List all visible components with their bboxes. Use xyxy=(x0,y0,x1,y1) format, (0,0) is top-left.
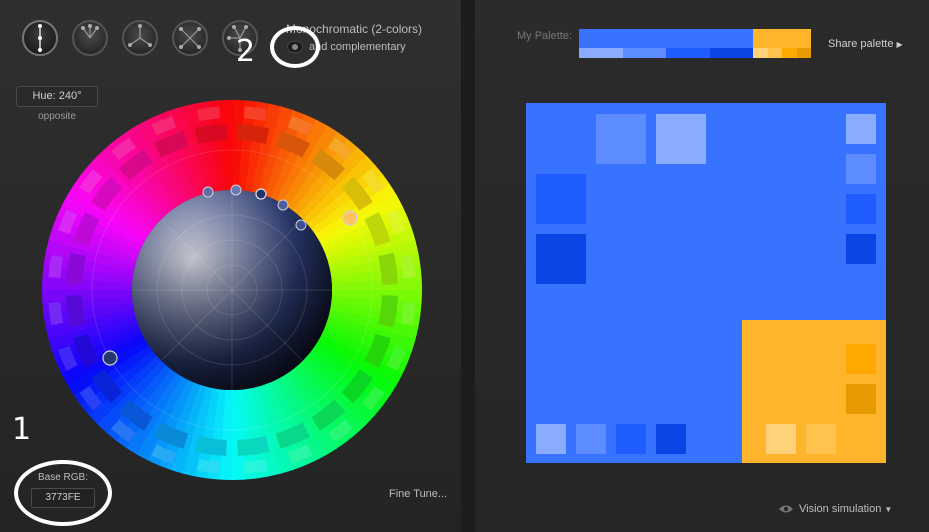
palette-primary-swatch[interactable] xyxy=(579,29,753,48)
base-color-marker[interactable] xyxy=(255,188,267,200)
chevron-down-icon: ▼ xyxy=(884,505,893,514)
palette-label: My Palette: xyxy=(517,30,573,42)
triad-mode-icon[interactable] xyxy=(122,20,158,56)
preview-swatch xyxy=(576,424,606,454)
complement-marker[interactable] xyxy=(342,210,358,226)
preview-swatch xyxy=(846,194,876,224)
preview-swatch xyxy=(656,424,686,454)
tetrad-mode-icon[interactable] xyxy=(172,20,208,56)
palette-strip[interactable] xyxy=(579,29,811,58)
preview-swatch xyxy=(536,234,586,284)
preview-swatch xyxy=(536,424,566,454)
preview-swatch xyxy=(616,424,646,454)
palette-primary-variant[interactable] xyxy=(666,48,710,58)
chevron-right-icon: ▶ xyxy=(896,40,903,49)
palette-primary-variant[interactable] xyxy=(579,48,623,58)
annotation-number: 2 xyxy=(236,34,256,69)
annotation-number: 1 xyxy=(12,412,32,447)
palette-complement-swatch[interactable] xyxy=(753,29,811,48)
vision-simulation-button[interactable]: Vision simulation ▼ xyxy=(778,503,892,515)
preview-swatch xyxy=(766,424,796,454)
complementary-label: and complementary xyxy=(309,41,406,53)
palette-complement-variant[interactable] xyxy=(797,48,811,58)
palette-complement-variant[interactable] xyxy=(782,48,797,58)
vision-simulation-label: Vision simulation xyxy=(799,503,882,515)
palette-primary-variant[interactable] xyxy=(710,48,753,58)
preview-swatch xyxy=(846,114,876,144)
base-rgb-label: Base RGB: xyxy=(37,472,89,483)
preview-swatch xyxy=(846,384,876,414)
preview-swatch xyxy=(656,114,706,164)
hue-marker[interactable] xyxy=(102,350,118,366)
monochromatic-mode-icon[interactable] xyxy=(22,20,58,56)
preview-swatch xyxy=(536,174,586,224)
palette-primary-variant[interactable] xyxy=(623,48,666,58)
palette-complement-variant[interactable] xyxy=(768,48,782,58)
preview-swatch xyxy=(596,114,646,164)
color-marker[interactable] xyxy=(277,199,289,211)
color-marker[interactable] xyxy=(202,186,214,198)
share-palette-button[interactable]: Share palette ▶ xyxy=(828,38,903,50)
color-marker[interactable] xyxy=(295,219,307,231)
preview-swatch xyxy=(846,344,876,374)
base-rgb-input[interactable]: 3773FE xyxy=(31,488,95,508)
color-wheel[interactable] xyxy=(42,100,422,480)
preview-swatch xyxy=(846,234,876,264)
fine-tune-button[interactable]: Fine Tune... xyxy=(389,488,447,500)
adjacent-mode-icon[interactable] xyxy=(72,20,108,56)
annotation-ring xyxy=(270,26,320,68)
palette-preview xyxy=(526,103,886,463)
preview-swatch xyxy=(846,154,876,184)
preview-swatch xyxy=(806,424,836,454)
palette-complement-variant[interactable] xyxy=(753,48,768,58)
eye-icon xyxy=(779,505,793,513)
share-palette-label: Share palette xyxy=(828,38,894,50)
panel-divider[interactable] xyxy=(461,0,475,532)
color-marker[interactable] xyxy=(230,184,242,196)
